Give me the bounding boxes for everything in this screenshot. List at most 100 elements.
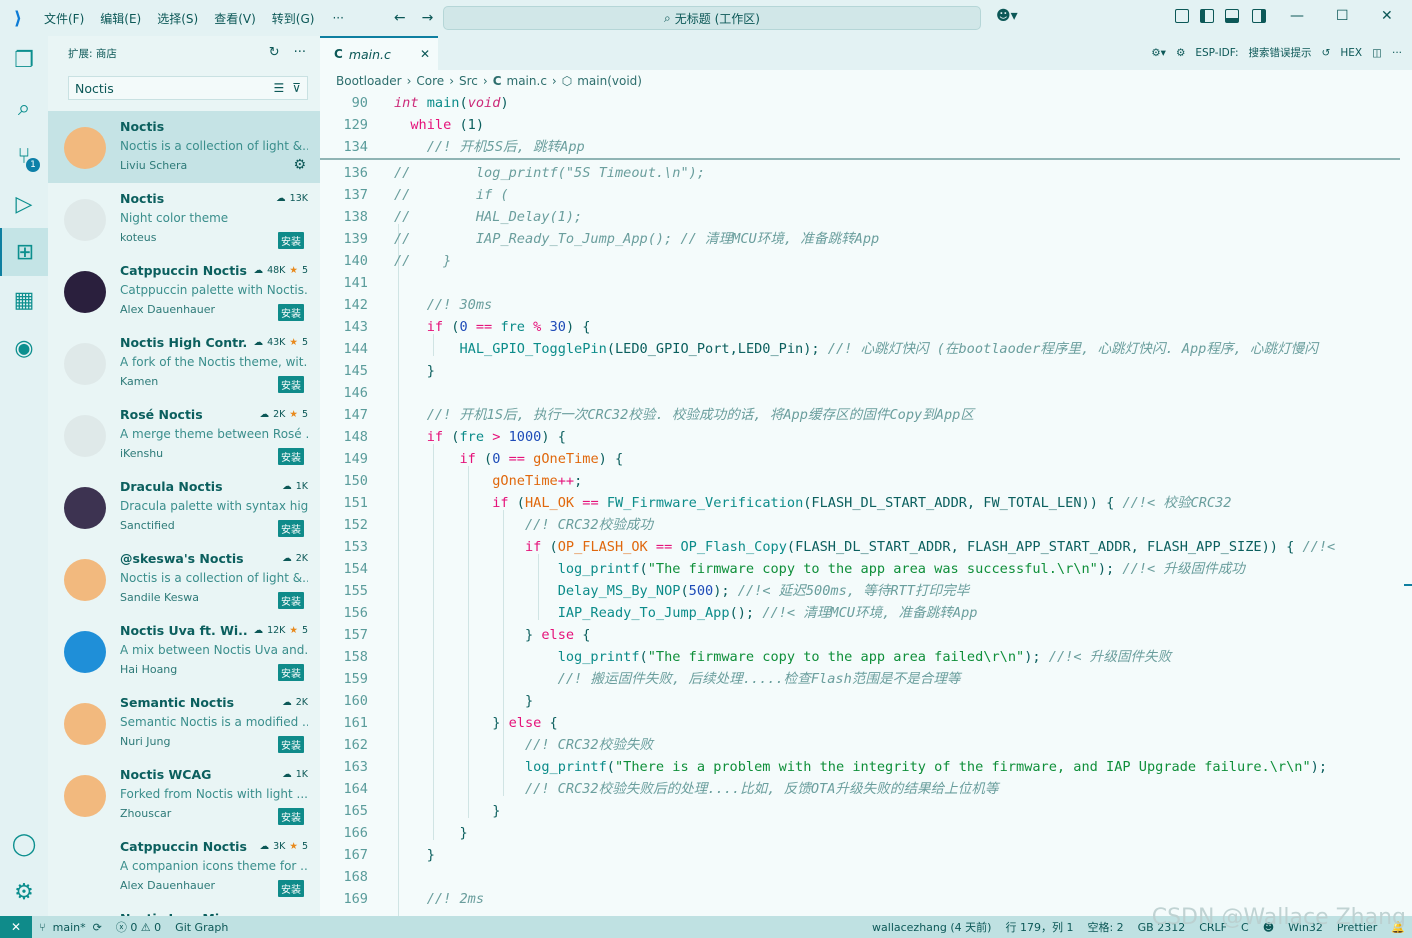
extension-item[interactable]: Rosé Noctis A merge theme between Rosé ..… <box>48 399 320 471</box>
refresh-icon[interactable]: ↻ <box>269 45 280 60</box>
menu-selection[interactable]: 选择(S) <box>149 10 206 27</box>
extensions-icon[interactable]: ⊞ <box>0 228 48 276</box>
install-button[interactable]: 安装 <box>278 232 304 249</box>
code-line[interactable]: 139 // IAP_Ready_To_Jump_App(); // 清理MCU环… <box>320 228 1412 250</box>
scrollbar-marker[interactable] <box>1404 584 1412 586</box>
forward-arrow-icon[interactable]: → <box>422 10 434 26</box>
git-graph-button[interactable]: Git Graph <box>168 921 235 934</box>
install-button[interactable]: 安装 <box>278 880 304 897</box>
code-line[interactable]: 140 // } <box>320 250 1412 272</box>
close-window-icon[interactable]: ✕ <box>1381 8 1393 24</box>
menu-view[interactable]: 查看(V) <box>206 10 264 27</box>
git-branch[interactable]: main* <box>53 921 86 934</box>
split-editor-icon[interactable]: ◫ <box>1372 47 1382 59</box>
code-editor[interactable]: 136 // log_printf("5S Timeout.\n"); 137 // … <box>320 92 1412 916</box>
cursor-position[interactable]: 行 179，列 1 <box>998 919 1080 935</box>
search-icon[interactable]: ⌕ <box>0 84 48 132</box>
minimize-icon[interactable]: — <box>1290 8 1304 24</box>
code-line[interactable]: 154 log_printf("The firmware copy to the… <box>320 558 1412 580</box>
more-actions-icon[interactable]: ··· <box>294 45 306 60</box>
manage-gear-icon[interactable]: ⚙ <box>293 157 306 173</box>
install-button[interactable]: 安装 <box>278 376 304 393</box>
code-line[interactable]: 152 //! CRC32校验成功 <box>320 514 1412 536</box>
more-actions-icon[interactable]: ··· <box>1392 47 1402 59</box>
install-button[interactable]: 安装 <box>278 736 304 753</box>
code-line[interactable]: 144 HAL_GPIO_TogglePin(LED0_GPIO_Port,LE… <box>320 338 1412 360</box>
extension-item[interactable]: Noctis Noctis is a collection of light &.… <box>48 111 320 183</box>
install-button[interactable]: 安装 <box>278 664 304 681</box>
toggle-panel-icon[interactable] <box>1225 9 1239 23</box>
code-line[interactable]: 167 } <box>320 844 1412 866</box>
code-line[interactable]: 163 log_printf("There is a problem with … <box>320 756 1412 778</box>
indentation[interactable]: 空格: 2 <box>1080 919 1130 935</box>
source-control-icon[interactable]: ⑂ 1 <box>0 132 48 180</box>
close-icon[interactable]: ✕ <box>420 47 430 61</box>
command-center-search[interactable]: ⌕ 无标题 (工作区) <box>443 6 981 30</box>
copilot-icon[interactable]: ☻▾ <box>996 8 1018 24</box>
sticky-scroll-line[interactable]: 90 int main(void) <box>320 92 1412 114</box>
sticky-scroll-line[interactable]: 129 while (1) <box>320 114 1412 136</box>
breadcrumb-file[interactable]: main.c <box>507 74 547 88</box>
extension-item[interactable]: Noctis Night color theme koteus ☁ 13K 安装 <box>48 183 320 255</box>
code-line[interactable]: 136 // log_printf("5S Timeout.\n"); <box>320 162 1412 184</box>
code-line[interactable]: 156 IAP_Ready_To_Jump_App(); //!< 清理MCU环… <box>320 602 1412 624</box>
extension-item[interactable]: Semantic Noctis Semantic Noctis is a modi… <box>48 687 320 759</box>
remote-explorer-icon[interactable]: ◉ <box>0 324 48 372</box>
account-icon[interactable]: ◯ <box>0 820 48 868</box>
back-arrow-icon[interactable]: ← <box>394 10 406 26</box>
code-line[interactable]: 147 //! 开机1S后, 执行一次CRC32校验. 校验成功的话, 将App… <box>320 404 1412 426</box>
settings-gear-icon[interactable]: ⚙ <box>0 868 48 916</box>
run-icon[interactable]: ⚙▾ <box>1151 47 1166 59</box>
code-line[interactable]: 146 <box>320 382 1412 404</box>
extension-item[interactable]: Noctis High Contr... A fork of the Noctis… <box>48 327 320 399</box>
code-line[interactable]: 150 gOneTime++; <box>320 470 1412 492</box>
code-line[interactable]: 137 // if ( <box>320 184 1412 206</box>
chip-icon[interactable]: ▦ <box>0 276 48 324</box>
breadcrumb-src[interactable]: Src <box>459 74 478 88</box>
code-line[interactable]: 158 log_printf("The firmware copy to the… <box>320 646 1412 668</box>
menu-file[interactable]: 文件(F) <box>36 10 92 27</box>
code-line[interactable]: 155 Delay_MS_By_NOP(500); //!< 延迟500ms, … <box>320 580 1412 602</box>
toggle-secondary-sidebar-icon[interactable] <box>1252 9 1266 23</box>
blame-author[interactable]: wallacezhang (4 天前) <box>865 919 998 935</box>
code-line[interactable]: 151 if (HAL_OK == FW_Firmware_Verificati… <box>320 492 1412 514</box>
breadcrumb-bootloader[interactable]: Bootloader <box>336 74 402 88</box>
code-line[interactable]: 168 <box>320 866 1412 888</box>
code-line[interactable]: 162 //! CRC32校验失败 <box>320 734 1412 756</box>
toggle-sidebar-icon[interactable] <box>1200 9 1214 23</box>
remote-icon[interactable]: ✕ <box>0 916 32 938</box>
history-icon[interactable]: ↺ <box>1322 47 1331 59</box>
code-line[interactable]: 148 if (fre > 1000) { <box>320 426 1412 448</box>
hex-button[interactable]: HEX <box>1340 47 1362 59</box>
maximize-icon[interactable]: ☐ <box>1336 8 1349 24</box>
extension-item[interactable]: Catppuccin Noctis ... A companion icons t… <box>48 831 320 903</box>
extension-search-input[interactable]: Noctis ☰ ⊽ <box>68 76 308 100</box>
install-button[interactable]: 安装 <box>278 520 304 537</box>
code-line[interactable]: 153 if (OP_FLASH_OK == OP_Flash_Copy(FLA… <box>320 536 1412 558</box>
sticky-scroll-line[interactable]: 134 //! 开机5S后, 跳转App <box>320 136 1412 158</box>
extension-item[interactable]: @skeswa's Noctis Noctis is a collection o… <box>48 543 320 615</box>
problems-indicator[interactable]: ⓧ 0 ⚠ 0 <box>109 919 168 935</box>
install-button[interactable]: 安装 <box>278 448 304 465</box>
code-line[interactable]: 149 if (0 == gOneTime) { <box>320 448 1412 470</box>
install-button[interactable]: 安装 <box>278 592 304 609</box>
code-line[interactable]: 143 if (0 == fre % 30) { <box>320 316 1412 338</box>
code-line[interactable]: 159 //! 搬运固件失败, 后续处理.....检查Flash范围是不是合理等 <box>320 668 1412 690</box>
clear-filter-icon[interactable]: ☰ <box>273 81 284 95</box>
extension-item[interactable]: Noctis Uva ft. Wi... A mix between Noctis… <box>48 615 320 687</box>
code-line[interactable]: 164 //! CRC32校验失败后的处理....比如, 反馈OTA升级失败的结… <box>320 778 1412 800</box>
breadcrumb-core[interactable]: Core <box>416 74 444 88</box>
menu-go[interactable]: 转到(G) <box>264 10 323 27</box>
code-line[interactable]: 165 } <box>320 800 1412 822</box>
extension-item[interactable]: Noctis Icon Mi... <box>48 903 320 916</box>
run-debug-icon[interactable]: ▷ <box>0 180 48 228</box>
code-line[interactable]: 138 // HAL_Delay(1); <box>320 206 1412 228</box>
sync-icon[interactable]: ⟳ <box>86 921 109 934</box>
error-search-button[interactable]: 搜索错误提示 <box>1249 45 1312 60</box>
code-line[interactable]: 166 } <box>320 822 1412 844</box>
code-line[interactable]: 141 <box>320 272 1412 294</box>
layout-customize-icon[interactable] <box>1175 9 1189 23</box>
menu-edit[interactable]: 编辑(E) <box>92 10 149 27</box>
code-line[interactable]: 145 } <box>320 360 1412 382</box>
code-line[interactable]: 157 } else { <box>320 624 1412 646</box>
